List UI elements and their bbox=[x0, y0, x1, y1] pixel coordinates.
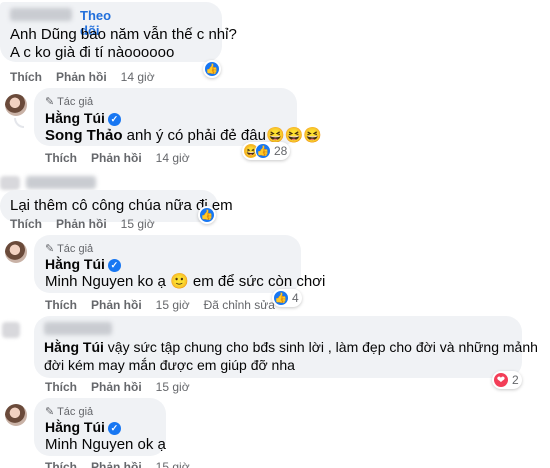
like-button[interactable]: Thích bbox=[45, 151, 77, 165]
reaction-count: 4 bbox=[292, 291, 299, 305]
comment-text-line-2: đời kém may mắn được em giúp đỡ nha bbox=[44, 357, 295, 373]
timestamp[interactable]: 15 giờ bbox=[121, 217, 155, 231]
comment-actions: Thích Phản hồi 15 giờ bbox=[10, 217, 169, 231]
timestamp[interactable]: 14 giờ bbox=[121, 70, 155, 84]
author-tag: ✎ Tác giả bbox=[45, 406, 94, 418]
timestamp[interactable]: 15 giờ bbox=[156, 380, 190, 394]
comment-text: Minh Nguyen ok ạ bbox=[45, 436, 166, 453]
comment-text-line-2: A c ko già đi tí nàoooooo bbox=[10, 44, 175, 61]
like-button[interactable]: Thích bbox=[45, 380, 77, 394]
pencil-icon: ✎ bbox=[45, 243, 55, 255]
mention-link[interactable]: Hằng Túi bbox=[44, 339, 104, 355]
like-icon: 👍 bbox=[204, 61, 220, 77]
like-icon: 👍 bbox=[199, 207, 215, 223]
reaction-summary[interactable]: 👍 bbox=[203, 60, 221, 78]
reply-button[interactable]: Phản hồi bbox=[91, 380, 142, 394]
commenter-name-blurred[interactable] bbox=[44, 322, 112, 335]
comment-actions: Thích Phản hồi 15 giờ Đã chỉnh sửa bbox=[45, 298, 289, 312]
avatar[interactable] bbox=[5, 404, 27, 426]
edited-label[interactable]: Đã chỉnh sửa bbox=[204, 298, 275, 312]
reply-button[interactable]: Phản hồi bbox=[91, 298, 142, 312]
like-icon: 👍 bbox=[255, 143, 271, 159]
reaction-summary[interactable]: ❤ 2 bbox=[492, 371, 522, 389]
comment-actions: Thích Phản hồi 15 giờ bbox=[45, 380, 204, 394]
timestamp[interactable]: 15 giờ bbox=[156, 298, 190, 312]
reaction-summary[interactable]: 👍 bbox=[198, 206, 216, 224]
reply-button[interactable]: Phản hồi bbox=[91, 151, 142, 165]
reaction-count: 2 bbox=[512, 373, 519, 387]
timestamp[interactable]: 14 giờ bbox=[156, 151, 190, 165]
reply-button[interactable]: Phản hồi bbox=[56, 217, 107, 231]
like-button[interactable]: Thích bbox=[10, 70, 42, 84]
avatar[interactable] bbox=[5, 241, 27, 263]
comment-actions: Thích Phản hồi 15 giờ bbox=[45, 460, 204, 468]
author-name[interactable]: Hằng Túi ✓ bbox=[45, 256, 121, 272]
thread-connector bbox=[14, 118, 24, 128]
timestamp[interactable]: 15 giờ bbox=[156, 460, 190, 468]
pencil-icon: ✎ bbox=[45, 406, 55, 418]
reply-button[interactable]: Phản hồi bbox=[56, 70, 107, 84]
reply-button[interactable]: Phản hồi bbox=[91, 460, 142, 468]
author-name[interactable]: Hằng Túi ✓ bbox=[45, 110, 121, 126]
author-tag: ✎ Tác giả bbox=[45, 96, 94, 108]
avatar[interactable] bbox=[2, 322, 20, 338]
mention-link[interactable]: Song Thảo bbox=[45, 127, 123, 144]
author-tag: ✎ Tác giả bbox=[45, 243, 94, 255]
author-name[interactable]: Hằng Túi ✓ bbox=[45, 419, 121, 435]
reaction-count: 28 bbox=[274, 144, 288, 158]
comment-actions: Thích Phản hồi 14 giờ bbox=[45, 151, 204, 165]
like-button[interactable]: Thích bbox=[45, 298, 77, 312]
commenter-name-blurred[interactable] bbox=[26, 176, 96, 189]
like-button[interactable]: Thích bbox=[10, 217, 42, 231]
reaction-summary[interactable]: 😆 👍 28 bbox=[242, 142, 291, 160]
commenter-name-blurred[interactable] bbox=[10, 8, 72, 21]
avatar[interactable] bbox=[5, 94, 27, 116]
pencil-icon: ✎ bbox=[45, 96, 55, 108]
like-button[interactable]: Thích bbox=[45, 460, 77, 468]
love-icon: ❤ bbox=[493, 372, 509, 388]
comment-actions: Thích Phản hồi 14 giờ bbox=[10, 70, 169, 84]
avatar[interactable] bbox=[0, 176, 20, 190]
